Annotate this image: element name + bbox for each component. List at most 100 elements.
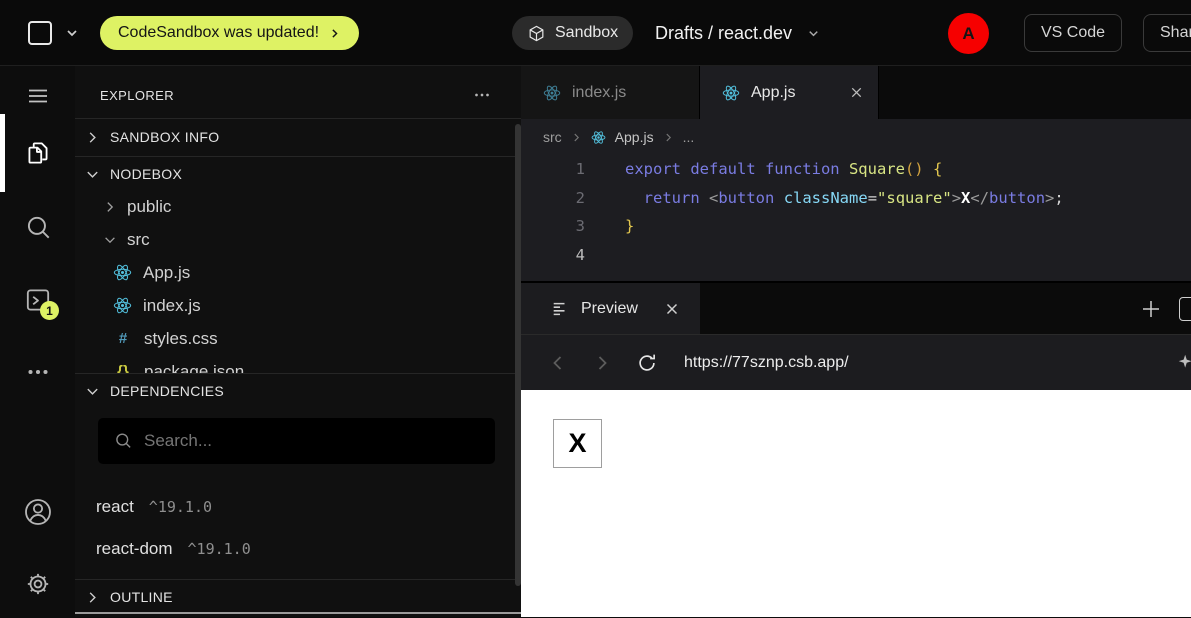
gear-icon — [23, 569, 53, 599]
section-label: SANDBOX INFO — [110, 129, 219, 145]
chevron-right-icon — [103, 200, 117, 214]
tab-app-js[interactable]: App.js — [700, 66, 879, 119]
code-token: < — [709, 189, 718, 207]
refresh-button[interactable] — [636, 352, 658, 374]
files-icon — [23, 138, 53, 168]
code-token: button — [718, 189, 774, 207]
tree-item-label: styles.css — [144, 329, 218, 349]
tree-item-label: App.js — [143, 263, 190, 283]
code-area[interactable]: 1234 export default function Square() { … — [521, 155, 1191, 269]
tree-item-package-json[interactable]: {} package.json — [75, 355, 521, 373]
more-tools-button[interactable] — [0, 350, 75, 394]
section-dependencies[interactable]: DEPENDENCIES — [75, 375, 521, 407]
back-button[interactable] — [548, 353, 568, 373]
code-token: = — [868, 189, 877, 207]
react-icon — [113, 263, 132, 282]
explorer-more-icon[interactable] — [471, 84, 493, 106]
avatar[interactable]: A — [948, 13, 989, 54]
chevron-right-icon — [85, 590, 100, 605]
section-label: NODEBOX — [110, 166, 182, 182]
code-token: "square" — [877, 189, 952, 207]
person-icon — [22, 496, 54, 528]
breadcrumb-file: App.js — [615, 129, 654, 145]
account-button[interactable] — [0, 490, 75, 534]
line-number: 2 — [521, 184, 585, 213]
tree-item-label: package.json — [144, 362, 244, 374]
file-tree: public src App.js index.js # styles.c — [75, 190, 521, 373]
layout-icon[interactable] — [1179, 297, 1191, 321]
dependency-search-input[interactable] — [98, 418, 495, 464]
react-icon — [722, 84, 740, 102]
code-line: export default function Square() { — [625, 155, 1064, 184]
section-sandbox-info[interactable]: SANDBOX INFO — [75, 120, 521, 154]
code-token: button — [989, 189, 1045, 207]
sidebar-item-terminal[interactable]: 1 — [0, 278, 75, 322]
code-token: className — [784, 189, 868, 207]
chevron-right-icon — [663, 132, 674, 143]
dependency-version: ^19.1.0 — [188, 540, 251, 558]
code-line — [625, 241, 1064, 270]
chevron-right-icon — [571, 132, 582, 143]
dependency-row-react[interactable]: react ^19.1.0 — [96, 490, 212, 524]
ellipsis-icon — [23, 357, 53, 387]
sparkle-ai-icon[interactable] — [1176, 352, 1191, 374]
tree-item-src[interactable]: src — [75, 223, 521, 256]
close-preview-icon[interactable] — [664, 301, 680, 317]
tree-item-public[interactable]: public — [75, 190, 521, 223]
cube-icon — [527, 24, 546, 43]
tab-index-js[interactable]: index.js — [521, 66, 700, 119]
json-file-icon: {} — [113, 363, 133, 373]
chevron-down-icon — [85, 167, 100, 182]
tree-item-label: public — [127, 197, 171, 217]
tree-item-styles-css[interactable]: # styles.css — [75, 322, 521, 355]
dependency-name: react-dom — [96, 539, 173, 559]
dependency-row-react-dom[interactable]: react-dom ^19.1.0 — [96, 532, 251, 566]
forward-button[interactable] — [592, 353, 612, 373]
sandbox-badge-label: Sandbox — [555, 24, 618, 42]
menu-button[interactable] — [0, 74, 75, 118]
project-breadcrumb[interactable]: Drafts / react.dev — [655, 0, 821, 66]
code-token: } — [625, 217, 634, 235]
hamburger-icon — [26, 84, 50, 108]
tree-item-index-js[interactable]: index.js — [75, 289, 521, 322]
sidebar-item-explorer[interactable] — [0, 131, 75, 175]
code-token — [625, 189, 644, 207]
sidebar-item-search[interactable] — [0, 206, 75, 250]
workspace-logo-group[interactable] — [28, 0, 80, 66]
explorer-title: EXPLORER — [100, 88, 174, 103]
section-outline[interactable]: OUTLINE — [75, 581, 521, 613]
share-button[interactable]: Share — [1143, 14, 1191, 52]
editor-breadcrumb[interactable]: src App.js ... — [521, 119, 1191, 155]
add-devtool-button[interactable] — [1139, 297, 1163, 321]
chevron-down-icon — [85, 384, 100, 399]
settings-button[interactable] — [0, 562, 75, 606]
tab-preview[interactable]: Preview — [521, 283, 700, 334]
line-numbers: 1234 — [521, 155, 585, 269]
sidebar-resize-handle[interactable] — [75, 612, 521, 614]
dependency-version: ^19.1.0 — [149, 498, 212, 516]
tree-item-label: src — [127, 230, 150, 250]
avatar-letter: A — [962, 24, 974, 44]
preview-url-bar: https://77sznp.csb.app/ — [521, 335, 1191, 390]
tree-item-app-js[interactable]: App.js — [75, 256, 521, 289]
section-label: OUTLINE — [110, 589, 173, 605]
update-banner-button[interactable]: CodeSandbox was updated! — [100, 16, 359, 50]
code-token: X — [961, 189, 970, 207]
code-token: { — [933, 160, 942, 178]
tree-item-label: index.js — [143, 296, 201, 316]
close-tab-icon[interactable] — [849, 85, 864, 100]
rendered-square-button[interactable]: X — [553, 419, 602, 468]
sandbox-type-badge[interactable]: Sandbox — [512, 16, 633, 50]
dependency-name: react — [96, 497, 134, 517]
code-line: return <button className="square">X</but… — [625, 184, 1064, 213]
divider — [75, 579, 521, 580]
section-nodebox[interactable]: NODEBOX — [75, 158, 521, 190]
preview-url[interactable]: https://77sznp.csb.app/ — [684, 354, 849, 372]
code-lines: export default function Square() { retur… — [585, 155, 1064, 269]
code-editor[interactable]: src App.js ... 1234 export default funct… — [521, 119, 1191, 281]
chevron-right-icon — [85, 130, 100, 145]
breadcrumb-folder: src — [543, 129, 562, 145]
code-token — [774, 189, 783, 207]
vs-code-button[interactable]: VS Code — [1024, 14, 1122, 52]
section-label: DEPENDENCIES — [110, 383, 224, 399]
